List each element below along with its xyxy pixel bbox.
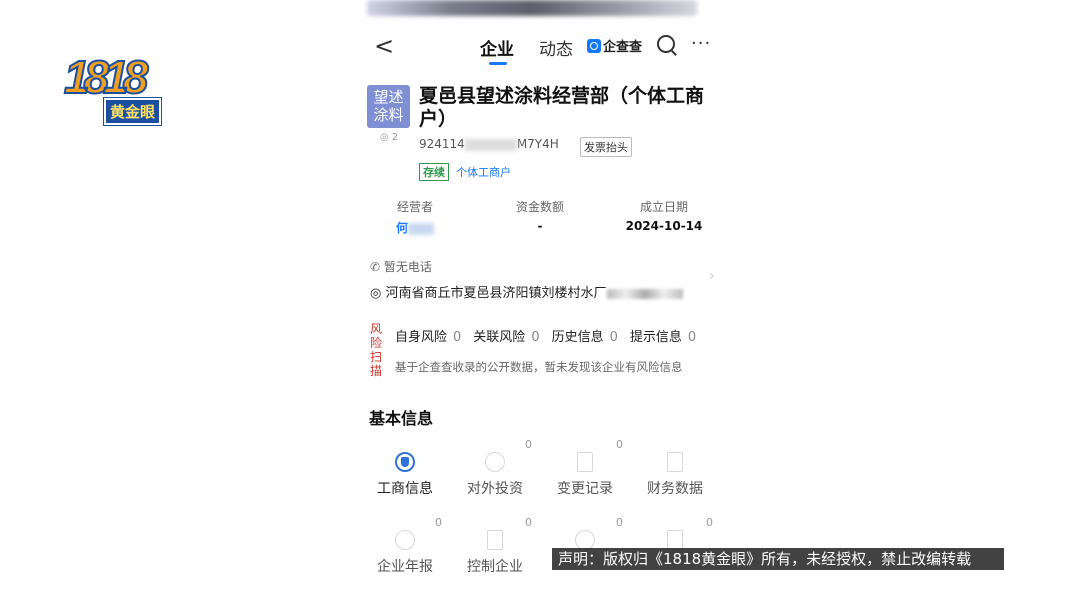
location-pin-icon: ◎ <box>370 286 382 301</box>
copyright-banner: 声明：版权归《1818黄金眼》所有，未经授权，禁止改编转载 <box>552 548 1004 570</box>
eye-icon: ◎ <box>380 132 389 143</box>
risk-item-label[interactable]: 关联风险 <box>473 330 525 345</box>
risk-item-count: 0 <box>531 330 540 345</box>
more-icon[interactable]: ··· <box>691 33 711 54</box>
view-count-value: 2 <box>391 132 399 143</box>
logo-tag: 黄金眼 <box>102 97 163 126</box>
search-icon[interactable] <box>657 35 675 53</box>
risk-item-count: 0 <box>687 330 697 345</box>
risk-note: 基于企查查收录的公开数据，暂未发现该企业有风险信息 <box>395 360 683 374</box>
founded-label: 成立日期 <box>639 200 688 214</box>
shield-icon <box>395 452 415 472</box>
invoice-title-button[interactable]: 发票抬头 <box>580 137 632 157</box>
risk-char: 扫 <box>370 350 383 364</box>
risk-scan-label[interactable]: 风 险 扫 描 <box>370 322 384 378</box>
grid-count: 0 <box>435 516 442 529</box>
status-badge: 存续 <box>419 163 449 181</box>
annual-report-icon <box>395 530 415 550</box>
news-icon <box>667 530 683 550</box>
grid-count: 0 <box>525 516 532 529</box>
tab-company[interactable]: 企业 <box>480 35 514 60</box>
operator-name: 何 <box>395 221 408 235</box>
address-text: 河南省商丘市夏邑县济阳镇刘楼村水厂 <box>385 286 607 301</box>
blurred-status-strip <box>367 0 697 16</box>
founded-value: 2024-10-14 <box>625 219 703 233</box>
brand-label: 企查查 <box>603 40 643 55</box>
risk-char: 险 <box>370 336 383 350</box>
phone-row[interactable]: ✆ 暂无电话 <box>370 258 432 275</box>
grid-label: 对外投资 <box>467 481 523 497</box>
risk-summary-row[interactable]: 自身风险 0 关联风险 0 历史信息 0 提示信息 0 <box>395 326 708 345</box>
grid-item-investment[interactable]: 对外投资 <box>452 452 538 498</box>
grid-label: 企业年报 <box>377 559 433 575</box>
view-count: ◎ 2 <box>380 132 398 143</box>
credit-code: 924114 M7Y4H <box>419 137 559 151</box>
building-icon <box>487 530 503 550</box>
finance-icon <box>667 452 683 472</box>
grid-item-news[interactable] <box>632 530 718 550</box>
address-row[interactable]: ◎ 河南省商丘市夏邑县济阳镇刘楼村水厂 <box>370 282 683 301</box>
entity-type-tag: 个体工商户 <box>456 166 511 179</box>
grid-item-business-info[interactable]: 工商信息 <box>362 452 448 498</box>
change-record-icon <box>577 452 593 472</box>
grid-label: 控制企业 <box>467 559 523 575</box>
capital-value: - <box>537 219 543 233</box>
risk-item-count: 0 <box>453 330 462 345</box>
capital-label: 资金数额 <box>515 200 564 214</box>
credit-code-prefix: 924114 <box>419 137 465 151</box>
grid-count: 0 <box>616 438 623 451</box>
credit-code-suffix: M7Y4H <box>516 137 559 151</box>
avatar-line-1: 望述 <box>373 88 404 106</box>
tab-dynamics[interactable]: 动态 <box>539 35 573 60</box>
grid-count: 0 <box>706 516 713 529</box>
company-name: 夏邑县望述涂料经营部（个体工商户） <box>419 85 705 130</box>
risk-item-label[interactable]: 历史信息 <box>552 330 604 345</box>
chevron-right-icon[interactable]: › <box>709 268 715 284</box>
logo-digits: 1818 <box>63 51 149 103</box>
grid-item-holding[interactable] <box>542 530 628 550</box>
operator-redaction <box>408 222 434 235</box>
investment-icon <box>485 452 505 472</box>
risk-item-count: 0 <box>609 330 618 345</box>
address-redaction <box>606 288 683 299</box>
active-tab-indicator <box>489 62 507 65</box>
grid-item-controlled[interactable]: 控制企业 <box>452 530 538 576</box>
risk-item-label[interactable]: 自身风险 <box>395 330 447 345</box>
grid-label: 变更记录 <box>557 481 613 497</box>
grid-count: 0 <box>525 438 532 451</box>
risk-char: 描 <box>370 364 383 378</box>
phone-icon: ✆ <box>370 260 381 274</box>
risk-item-label[interactable]: 提示信息 <box>630 330 682 345</box>
back-arrow-icon[interactable]: < <box>374 32 394 60</box>
grid-label: 财务数据 <box>647 481 703 497</box>
phone-text: 暂无电话 <box>383 260 432 274</box>
avatar-line-2: 涂料 <box>373 106 404 124</box>
credit-code-redaction <box>464 138 517 151</box>
grid-count: 0 <box>616 516 623 529</box>
phone-screen: < 企业 动态 企查查 ··· 望述 涂料 ◎ 2 夏邑县望述涂料经营部（个体工… <box>362 0 718 608</box>
grid-item-change-record[interactable]: 变更记录 <box>542 452 628 498</box>
holding-icon <box>575 530 595 550</box>
grid-label: 工商信息 <box>377 481 433 497</box>
company-avatar: 望述 涂料 <box>367 85 410 128</box>
operator-value[interactable]: 何 <box>370 219 460 236</box>
risk-char: 风 <box>370 322 383 336</box>
qichacha-logo-icon <box>587 38 601 53</box>
grid-item-annual-report[interactable]: 企业年报 <box>362 530 448 576</box>
basic-info-title: 基本信息 <box>369 409 434 428</box>
operator-label: 经营者 <box>396 200 433 214</box>
qichacha-brand[interactable]: 企查查 <box>587 36 642 55</box>
tv-logo: 1818 黄金眼 <box>63 51 168 126</box>
grid-item-finance[interactable]: 财务数据 <box>632 452 718 498</box>
